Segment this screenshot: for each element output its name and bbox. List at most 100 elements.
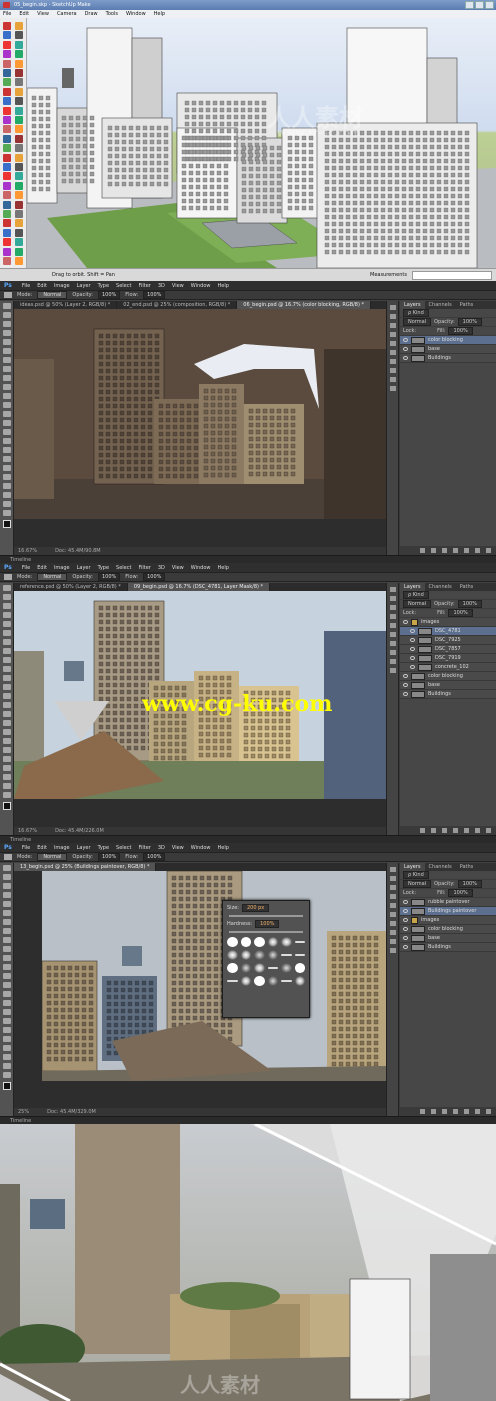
panel-icon[interactable] bbox=[389, 368, 396, 373]
panel-tab[interactable]: Paths bbox=[456, 863, 478, 871]
layer-row[interactable]: DSC_4781 bbox=[400, 627, 496, 636]
panel-icon[interactable] bbox=[389, 632, 396, 637]
menu-item[interactable]: Edit bbox=[37, 283, 47, 289]
panel-icon[interactable] bbox=[389, 930, 396, 935]
sketchup-tool-icon[interactable] bbox=[3, 22, 11, 30]
menu-item[interactable]: File bbox=[3, 10, 11, 18]
menu-item[interactable]: Type bbox=[98, 565, 109, 571]
layer-row[interactable]: rubble paintover bbox=[400, 898, 496, 907]
sketchup-tool-icon[interactable] bbox=[15, 40, 23, 49]
color-swatch[interactable] bbox=[2, 520, 11, 528]
panel-icon[interactable] bbox=[389, 596, 396, 601]
brush-preset-icon[interactable] bbox=[281, 937, 292, 947]
menu-item[interactable]: Image bbox=[54, 283, 70, 289]
ps-tool-icon[interactable] bbox=[2, 465, 11, 471]
document-tab[interactable]: 02_end.psd @ 25% (composition, RGB/8) * bbox=[117, 301, 238, 309]
new-layer-icon[interactable] bbox=[475, 548, 480, 553]
sketchup-tool-icon[interactable] bbox=[3, 219, 11, 228]
fx-icon[interactable] bbox=[431, 1109, 436, 1114]
fx-icon[interactable] bbox=[431, 548, 436, 553]
ps-tool-icon[interactable] bbox=[2, 711, 11, 717]
flow-input[interactable]: 100% bbox=[143, 573, 166, 581]
menu-item[interactable]: Camera bbox=[57, 10, 77, 18]
panel-icon[interactable] bbox=[389, 623, 396, 628]
ps-tool-icon[interactable] bbox=[2, 738, 11, 744]
visibility-eye-icon[interactable] bbox=[410, 647, 415, 651]
menu-item[interactable]: File bbox=[22, 565, 30, 571]
sketchup-tool-icon[interactable] bbox=[15, 134, 23, 143]
menu-item[interactable]: Filter bbox=[138, 565, 150, 571]
ps-tool-icon[interactable] bbox=[2, 366, 11, 372]
sketchup-tool-icon[interactable] bbox=[3, 87, 11, 96]
menu-item[interactable]: Help bbox=[218, 565, 229, 571]
close-button[interactable] bbox=[485, 1, 494, 9]
menu-item[interactable]: Draw bbox=[85, 10, 98, 18]
ps-tool-icon[interactable] bbox=[2, 1036, 11, 1042]
sketchup-tool-icon[interactable] bbox=[15, 172, 23, 181]
panel-tab[interactable]: Paths bbox=[456, 301, 478, 309]
menu-item[interactable]: Image bbox=[54, 565, 70, 571]
brush-preset-icon[interactable] bbox=[254, 937, 265, 947]
visibility-eye-icon[interactable] bbox=[403, 620, 408, 624]
menu-item[interactable]: 3D bbox=[158, 283, 165, 289]
layer-row[interactable]: DSC_7919 bbox=[400, 654, 496, 663]
brush-preset-icon[interactable] bbox=[240, 937, 251, 947]
menu-item[interactable]: View bbox=[172, 565, 184, 571]
panel-icon[interactable] bbox=[389, 948, 396, 953]
ps-tool-icon[interactable] bbox=[2, 621, 11, 627]
sketchup-tool-icon[interactable] bbox=[3, 181, 11, 190]
adjustment-icon[interactable] bbox=[453, 828, 458, 833]
visibility-eye-icon[interactable] bbox=[410, 638, 415, 642]
mode-select[interactable]: Normal bbox=[37, 291, 68, 299]
color-swatch[interactable] bbox=[2, 802, 11, 810]
ps-tool-icon[interactable] bbox=[2, 1045, 11, 1051]
sketchup-tool-icon[interactable] bbox=[3, 228, 11, 237]
adjustment-icon[interactable] bbox=[453, 1109, 458, 1114]
mask-icon[interactable] bbox=[442, 1109, 447, 1114]
layer-row[interactable]: base bbox=[400, 681, 496, 690]
brush-preset-icon[interactable] bbox=[267, 937, 278, 947]
sketchup-tool-icon[interactable] bbox=[15, 238, 23, 247]
panel-icon[interactable] bbox=[389, 921, 396, 926]
menu-item[interactable]: Image bbox=[54, 845, 70, 851]
ps-tool-icon[interactable] bbox=[2, 1072, 11, 1078]
layer-row[interactable]: DSC_7857 bbox=[400, 645, 496, 654]
ps-tool-icon[interactable] bbox=[2, 357, 11, 363]
sketchup-tool-icon[interactable] bbox=[3, 59, 11, 68]
panel-icon[interactable] bbox=[389, 867, 396, 872]
layer-row[interactable]: base bbox=[400, 934, 496, 943]
blend-mode-select[interactable]: Normal bbox=[403, 880, 432, 888]
panel-tab[interactable]: Channels bbox=[425, 583, 456, 591]
panel-icon[interactable] bbox=[389, 903, 396, 908]
ps-canvas-area[interactable] bbox=[14, 871, 386, 1108]
menu-item[interactable]: Window bbox=[126, 10, 146, 18]
sketchup-tool-icon[interactable] bbox=[3, 153, 11, 162]
sketchup-tool-icon[interactable] bbox=[15, 31, 23, 40]
brush-preset-icon[interactable] bbox=[227, 937, 238, 947]
ps-canvas-area[interactable]: www.cg-ku.com bbox=[14, 591, 386, 827]
ps-tool-icon[interactable] bbox=[2, 919, 11, 925]
brush-preset-icon[interactable] bbox=[294, 963, 305, 973]
panel-tab[interactable]: Layers bbox=[400, 301, 425, 309]
adjustment-icon[interactable] bbox=[453, 548, 458, 553]
ps-tool-icon[interactable] bbox=[2, 765, 11, 771]
sketchup-tool-icon[interactable] bbox=[15, 116, 23, 124]
ps-tool-icon[interactable] bbox=[2, 402, 11, 408]
kind-filter[interactable]: ρ Kind bbox=[403, 871, 429, 879]
sketchup-tool-icon[interactable] bbox=[3, 191, 11, 200]
menu-item[interactable]: Filter bbox=[138, 283, 150, 289]
menu-item[interactable]: 3D bbox=[158, 565, 165, 571]
visibility-eye-icon[interactable] bbox=[403, 918, 408, 922]
document-tab[interactable]: 13_begin.psd @ 25% (Buildings paintover,… bbox=[14, 863, 157, 871]
panel-tab[interactable]: Channels bbox=[425, 301, 456, 309]
mode-select[interactable]: Normal bbox=[37, 853, 68, 861]
layer-opacity-input[interactable]: 100% bbox=[457, 600, 482, 608]
sketchup-tool-icon[interactable] bbox=[3, 144, 11, 153]
menu-item[interactable]: Window bbox=[191, 283, 211, 289]
ps-tool-icon[interactable] bbox=[2, 429, 11, 435]
ps-tool-icon[interactable] bbox=[2, 321, 11, 327]
visibility-eye-icon[interactable] bbox=[410, 629, 415, 633]
sketchup-tool-icon[interactable] bbox=[15, 87, 23, 96]
ps-tool-icon[interactable] bbox=[2, 865, 11, 871]
brush-preset-icon[interactable] bbox=[227, 980, 238, 982]
